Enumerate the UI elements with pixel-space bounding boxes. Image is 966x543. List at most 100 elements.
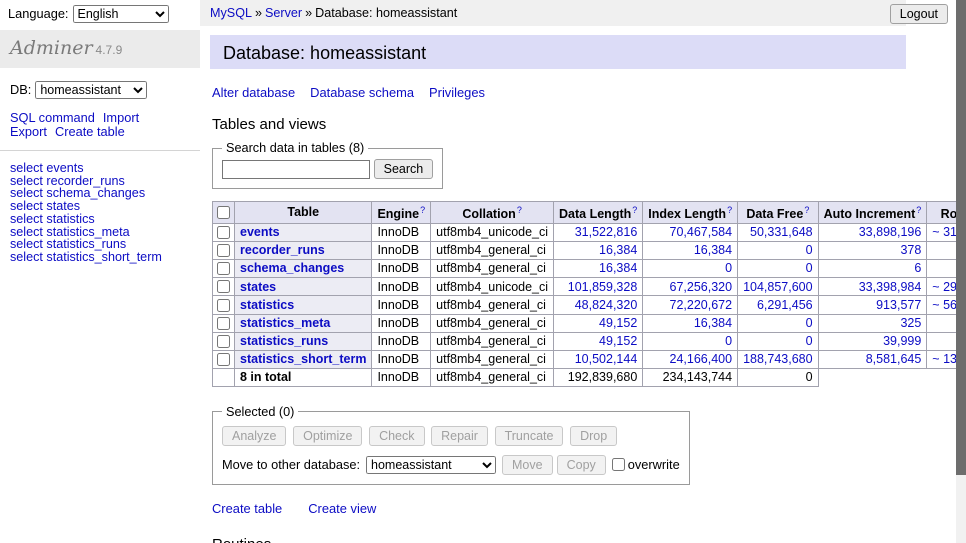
help-icon[interactable]: ? bbox=[916, 205, 921, 215]
optimize-button[interactable]: Optimize bbox=[293, 426, 362, 446]
help-icon[interactable]: ? bbox=[804, 205, 809, 215]
data-length-link[interactable]: 49,152 bbox=[599, 316, 637, 330]
row-checkbox[interactable] bbox=[217, 353, 230, 366]
sql-command-link[interactable]: SQL command bbox=[10, 110, 95, 125]
table-name-link[interactable]: schema_changes bbox=[240, 261, 344, 275]
import-link[interactable]: Import bbox=[103, 110, 139, 125]
search-input[interactable] bbox=[222, 160, 370, 179]
vertical-scrollbar[interactable] bbox=[956, 0, 966, 543]
overwrite-label: overwrite bbox=[628, 457, 680, 472]
data-free-link[interactable]: 0 bbox=[806, 243, 813, 257]
index-length-link[interactable]: 24,166,400 bbox=[670, 352, 733, 366]
data-free-link[interactable]: 0 bbox=[806, 316, 813, 330]
help-icon[interactable]: ? bbox=[517, 205, 522, 215]
language-label: Language: bbox=[8, 6, 69, 21]
search-button[interactable]: Search bbox=[374, 159, 434, 179]
index-length-link[interactable]: 16,384 bbox=[694, 316, 732, 330]
collation-cell: utf8mb4_general_ci bbox=[431, 260, 554, 278]
logout-button[interactable]: Logout bbox=[890, 4, 948, 24]
col-header-data-length: Data Length? bbox=[554, 202, 643, 224]
alter-database-link[interactable]: Alter database bbox=[212, 85, 295, 100]
row-checkbox[interactable] bbox=[217, 244, 230, 257]
auto-increment-link[interactable]: 325 bbox=[900, 316, 921, 330]
auto-increment-link[interactable]: 378 bbox=[900, 243, 921, 257]
data-length-link[interactable]: 10,502,144 bbox=[575, 352, 638, 366]
move-button[interactable]: Move bbox=[502, 455, 553, 475]
help-icon[interactable]: ? bbox=[632, 205, 637, 215]
data-length-link[interactable]: 101,859,328 bbox=[568, 280, 638, 294]
table-row: events InnoDB utf8mb4_unicode_ci 31,522,… bbox=[213, 223, 966, 241]
version-label: 4.7.9 bbox=[96, 43, 123, 57]
index-length-link[interactable]: 67,256,320 bbox=[670, 280, 733, 294]
auto-increment-link[interactable]: 33,398,984 bbox=[859, 280, 922, 294]
table-name-link[interactable]: statistics_runs bbox=[240, 334, 328, 348]
analyze-button[interactable]: Analyze bbox=[222, 426, 286, 446]
table-name-link[interactable]: events bbox=[240, 225, 280, 239]
check-button[interactable]: Check bbox=[369, 426, 424, 446]
row-checkbox[interactable] bbox=[217, 299, 230, 312]
language-select[interactable]: English bbox=[73, 5, 169, 23]
table-row: statistics_meta InnoDB utf8mb4_general_c… bbox=[213, 314, 966, 332]
data-length-link[interactable]: 31,522,816 bbox=[575, 225, 638, 239]
sidebar-select-statistics-short-term-link[interactable]: select statistics_short_term bbox=[10, 250, 162, 264]
table-name-link[interactable]: statistics_short_term bbox=[240, 352, 366, 366]
repair-button[interactable]: Repair bbox=[431, 426, 488, 446]
help-icon[interactable]: ? bbox=[420, 205, 425, 215]
auto-increment-link[interactable]: 39,999 bbox=[883, 334, 921, 348]
search-legend: Search data in tables (8) bbox=[222, 141, 368, 155]
select-all-checkbox[interactable] bbox=[217, 206, 230, 219]
col-header-table: Table bbox=[235, 202, 372, 224]
data-length-link[interactable]: 48,824,320 bbox=[575, 298, 638, 312]
index-length-link[interactable]: 72,220,672 bbox=[670, 298, 733, 312]
privileges-link[interactable]: Privileges bbox=[429, 85, 485, 100]
selected-fieldset: Selected (0) Analyze Optimize Check Repa… bbox=[212, 405, 690, 485]
breadcrumb-mysql-link[interactable]: MySQL bbox=[210, 6, 252, 20]
data-length-link[interactable]: 16,384 bbox=[599, 243, 637, 257]
overwrite-checkbox[interactable] bbox=[612, 458, 625, 471]
table-name-link[interactable]: recorder_runs bbox=[240, 243, 325, 257]
move-database-select[interactable]: homeassistant bbox=[366, 456, 496, 474]
index-length-link[interactable]: 0 bbox=[725, 261, 732, 275]
database-schema-link[interactable]: Database schema bbox=[310, 85, 414, 100]
breadcrumb-separator: » bbox=[305, 6, 312, 20]
table-name-link[interactable]: statistics bbox=[240, 298, 294, 312]
truncate-button[interactable]: Truncate bbox=[495, 426, 564, 446]
auto-increment-link[interactable]: 33,898,196 bbox=[859, 225, 922, 239]
data-free-link[interactable]: 188,743,680 bbox=[743, 352, 813, 366]
scrollbar-thumb[interactable] bbox=[956, 0, 966, 475]
create-table-link-bottom[interactable]: Create table bbox=[212, 501, 282, 516]
row-checkbox[interactable] bbox=[217, 226, 230, 239]
drop-button[interactable]: Drop bbox=[570, 426, 617, 446]
auto-increment-link[interactable]: 6 bbox=[914, 261, 921, 275]
breadcrumb-server-link[interactable]: Server bbox=[265, 6, 302, 20]
engine-cell: InnoDB bbox=[372, 332, 431, 350]
index-length-link[interactable]: 0 bbox=[725, 334, 732, 348]
row-checkbox[interactable] bbox=[217, 335, 230, 348]
data-free-link[interactable]: 50,331,648 bbox=[750, 225, 813, 239]
help-icon[interactable]: ? bbox=[727, 205, 732, 215]
data-length-link[interactable]: 16,384 bbox=[599, 261, 637, 275]
auto-increment-link[interactable]: 8,581,645 bbox=[866, 352, 922, 366]
data-free-link[interactable]: 104,857,600 bbox=[743, 280, 813, 294]
row-checkbox[interactable] bbox=[217, 317, 230, 330]
data-length-link[interactable]: 49,152 bbox=[599, 334, 637, 348]
data-free-link[interactable]: 0 bbox=[806, 261, 813, 275]
index-length-link[interactable]: 16,384 bbox=[694, 243, 732, 257]
table-name-link[interactable]: states bbox=[240, 280, 276, 294]
export-link[interactable]: Export bbox=[10, 124, 47, 139]
row-checkbox[interactable] bbox=[217, 262, 230, 275]
create-table-link[interactable]: Create table bbox=[55, 124, 125, 139]
table-row: states InnoDB utf8mb4_unicode_ci 101,859… bbox=[213, 278, 966, 296]
db-select[interactable]: homeassistant bbox=[35, 81, 147, 99]
selected-legend: Selected (0) bbox=[222, 405, 298, 419]
index-length-link[interactable]: 70,467,584 bbox=[670, 225, 733, 239]
table-name-link[interactable]: statistics_meta bbox=[240, 316, 330, 330]
data-free-link[interactable]: 6,291,456 bbox=[757, 298, 813, 312]
create-view-link[interactable]: Create view bbox=[308, 501, 376, 516]
data-free-link[interactable]: 0 bbox=[806, 334, 813, 348]
auto-increment-link[interactable]: 913,577 bbox=[876, 298, 921, 312]
row-checkbox[interactable] bbox=[217, 280, 230, 293]
total-collation-cell: utf8mb4_general_ci bbox=[431, 369, 554, 387]
total-data-free-cell: 0 bbox=[738, 369, 819, 387]
copy-button[interactable]: Copy bbox=[557, 455, 606, 475]
